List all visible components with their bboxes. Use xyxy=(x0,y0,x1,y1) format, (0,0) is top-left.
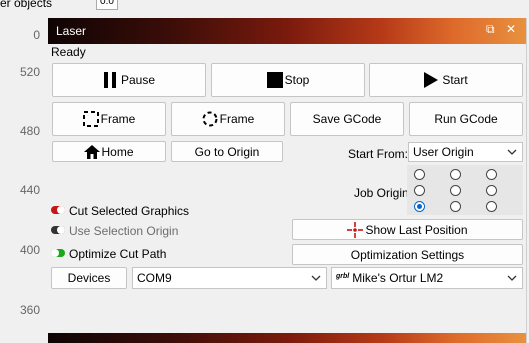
stop-button[interactable]: Stop xyxy=(211,63,365,97)
save-gcode-button[interactable]: Save GCode xyxy=(290,102,404,136)
home-icon xyxy=(84,144,101,159)
use-selection-origin-label: Use Selection Origin xyxy=(69,224,179,238)
job-origin-top-right[interactable] xyxy=(486,169,497,180)
top-strip: er objects 0.0 xyxy=(0,0,529,18)
show-last-position-button[interactable]: Show Last Position xyxy=(292,219,523,240)
ruler-tick: 0 xyxy=(33,28,40,42)
job-origin-top-center[interactable] xyxy=(450,169,461,180)
grbl-badge: grbl xyxy=(336,273,350,280)
job-origin-top-left[interactable] xyxy=(414,169,425,180)
frame-rect-button[interactable]: Frame xyxy=(52,102,166,136)
chevron-down-icon xyxy=(507,149,517,155)
job-origin-bottom-left[interactable] xyxy=(414,201,425,212)
frame-circle-icon xyxy=(202,111,218,127)
show-last-position-label: Show Last Position xyxy=(365,222,468,237)
frame-circle-label: Frame xyxy=(219,112,255,126)
ruler-tick: 400 xyxy=(19,243,40,257)
start-from-value: User Origin xyxy=(413,145,474,159)
optimize-cut-path-label: Optimize Cut Path xyxy=(69,247,167,261)
port-select[interactable]: COM9 xyxy=(132,267,327,289)
pause-button[interactable]: Pause xyxy=(52,63,206,97)
ruler-tick: 520 xyxy=(19,65,40,79)
laser-panel: Laser ⧉ ✕ Ready Pause Stop Start Frame F… xyxy=(48,18,527,343)
optimization-settings-button[interactable]: Optimization Settings xyxy=(292,244,523,265)
job-origin-center[interactable] xyxy=(450,185,461,196)
vertical-ruler: 0 520 480 440 400 360 xyxy=(0,18,48,343)
laser-panel-titlebar: Laser ⧉ ✕ xyxy=(48,18,526,44)
start-from-select[interactable]: User Origin xyxy=(408,142,523,162)
start-button[interactable]: Start xyxy=(369,63,523,97)
start-from-label: Start From: xyxy=(348,147,409,161)
frame-rect-label: Frame xyxy=(100,112,136,126)
objects-label: er objects xyxy=(0,0,53,10)
job-origin-middle-right[interactable] xyxy=(486,185,497,196)
home-label: Home xyxy=(101,144,134,159)
ruler-tick: 360 xyxy=(19,303,40,317)
home-button[interactable]: Home xyxy=(52,141,166,162)
status-text: Ready xyxy=(51,45,86,59)
job-origin-label: Job Origin xyxy=(354,186,409,200)
device-select[interactable]: grbl Mike's Ortur LM2 xyxy=(331,267,523,289)
stop-label: Stop xyxy=(284,73,310,87)
frame-rectangle-icon xyxy=(82,111,99,127)
ruler-tick: 480 xyxy=(19,124,40,138)
run-gcode-button[interactable]: Run GCode xyxy=(409,102,523,136)
go-to-origin-button[interactable]: Go to Origin xyxy=(171,141,283,162)
pause-label: Pause xyxy=(120,73,156,87)
panel-title: Laser xyxy=(56,24,87,38)
close-icon[interactable]: ✕ xyxy=(506,22,516,36)
next-panel-titlebar xyxy=(48,333,526,343)
chevron-down-icon xyxy=(311,275,321,281)
float-window-icon[interactable]: ⧉ xyxy=(486,22,495,36)
stop-icon xyxy=(266,72,283,88)
job-origin-bottom-center[interactable] xyxy=(450,201,461,212)
job-origin-grid xyxy=(407,165,523,215)
objects-spinbox[interactable]: 0.0 xyxy=(96,0,118,10)
crosshair-icon xyxy=(347,221,364,238)
port-value: COM9 xyxy=(137,271,172,285)
chevron-down-icon xyxy=(507,275,517,281)
device-value: Mike's Ortur LM2 xyxy=(352,271,444,285)
cut-selected-label: Cut Selected Graphics xyxy=(69,204,190,218)
play-icon xyxy=(424,72,439,88)
frame-circle-button[interactable]: Frame xyxy=(171,102,285,136)
devices-button[interactable]: Devices xyxy=(51,267,127,289)
job-origin-bottom-right[interactable] xyxy=(486,201,497,212)
ruler-tick: 440 xyxy=(19,183,40,197)
pause-icon xyxy=(103,72,116,88)
start-label: Start xyxy=(442,73,468,87)
job-origin-middle-left[interactable] xyxy=(414,185,425,196)
